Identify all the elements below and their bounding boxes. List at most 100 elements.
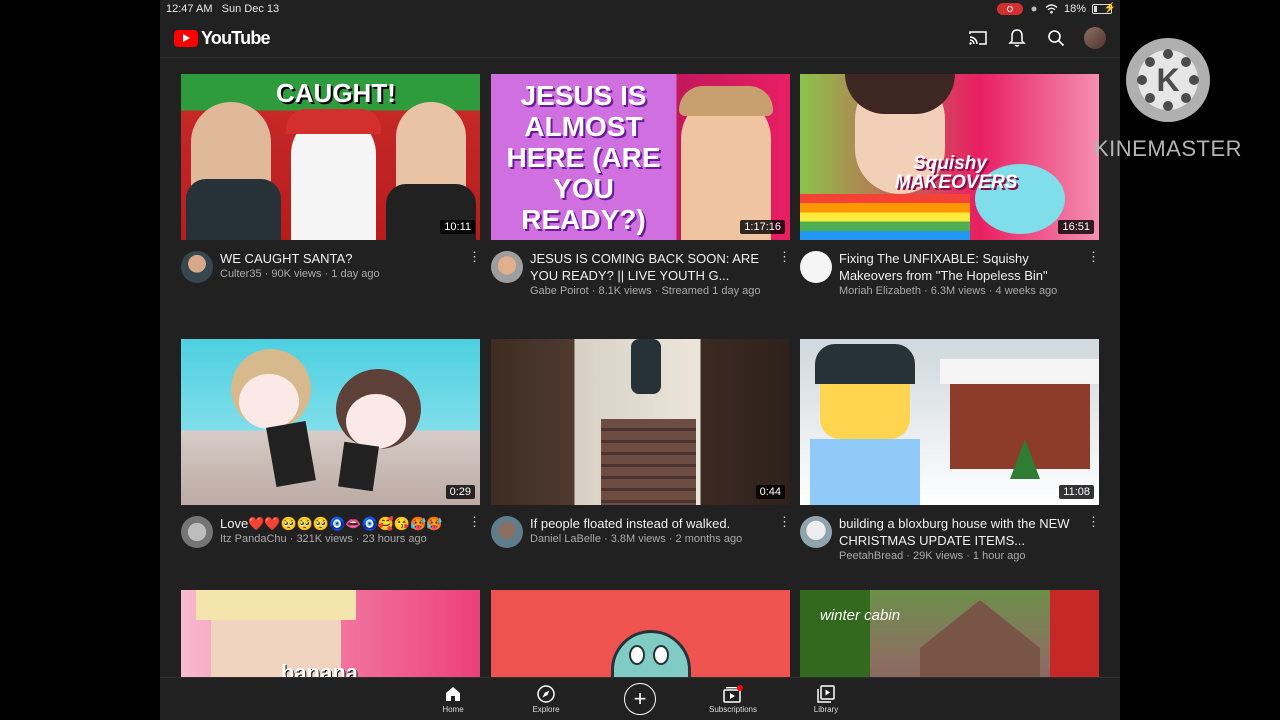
cast-icon[interactable]	[967, 27, 989, 49]
more-options-icon[interactable]: ⋮	[468, 250, 481, 266]
video-thumbnail[interactable]: JESUS IS ALMOST HERE (ARE YOU READY?) 1:…	[491, 74, 790, 240]
youtube-play-icon	[174, 30, 198, 47]
battery-icon: ⚡	[1092, 3, 1116, 14]
video-subline: PeetahBread · 29K views · 1 hour ago	[839, 550, 1026, 562]
nav-explore[interactable]: Explore	[506, 683, 586, 714]
channel-name[interactable]: Moriah Elizabeth	[839, 285, 921, 297]
library-icon	[786, 683, 866, 705]
video-thumbnail[interactable]: banana	[181, 590, 480, 677]
nav-subscriptions[interactable]: Subscriptions	[693, 683, 773, 714]
more-options-icon[interactable]: ⋮	[778, 515, 791, 531]
tablet-screen: 12:47 AM Sun Dec 13 18% ⚡ YouTube CAUGHT…	[160, 0, 1120, 720]
kinemaster-logo-icon: K	[1126, 38, 1210, 122]
video-card[interactable]: banana	[181, 590, 480, 677]
channel-avatar[interactable]	[181, 516, 213, 548]
video-duration: 0:29	[445, 485, 475, 499]
video-duration: 1:17:16	[740, 220, 785, 234]
channel-avatar[interactable]	[800, 516, 832, 548]
video-title[interactable]: building a bloxburg house with the NEW C…	[839, 515, 1079, 549]
channel-avatar[interactable]	[491, 516, 523, 548]
more-options-icon[interactable]: ⋮	[1087, 515, 1100, 531]
video-subline: Moriah Elizabeth · 6.3M views · 4 weeks …	[839, 285, 1058, 297]
video-title[interactable]: JESUS IS COMING BACK SOON: ARE YOU READY…	[530, 250, 770, 284]
upload-age: Streamed 1 day ago	[661, 285, 761, 297]
video-card[interactable]: JESUS IS ALMOST HERE (ARE YOU READY?) 1:…	[491, 74, 791, 297]
view-count: 321K views	[296, 533, 353, 545]
status-bar: 12:47 AM Sun Dec 13 18% ⚡	[160, 0, 1120, 18]
more-options-icon[interactable]: ⋮	[468, 515, 481, 531]
video-card[interactable]: Squishy MAKEOVERS 16:51 Fixing The UNFIX…	[800, 74, 1100, 297]
channel-avatar[interactable]	[800, 251, 832, 283]
more-options-icon[interactable]: ⋮	[778, 250, 791, 266]
thumbnail-caption: JESUS IS ALMOST HERE (ARE YOU READY?)	[506, 80, 661, 235]
upload-age: 4 weeks ago	[995, 285, 1058, 297]
kinemaster-watermark-text: KINEMASTER	[1094, 136, 1243, 161]
thumbnail-caption: banana	[281, 660, 359, 678]
upload-age: 1 day ago	[331, 268, 380, 280]
video-feed: CAUGHT! 10:11 WE CAUGHT SANTA? Culter35 …	[160, 59, 1120, 677]
subscriptions-icon	[693, 683, 773, 705]
video-subline: Culter35 · 90K views · 1 day ago	[220, 268, 380, 280]
thumbnail-caption: winter cabin	[820, 607, 901, 624]
video-card[interactable]: 11:08 building a bloxburg house with the…	[800, 339, 1100, 562]
signal-icon	[1031, 6, 1037, 12]
video-thumbnail[interactable]	[491, 590, 790, 677]
video-title[interactable]: Fixing The UNFIXABLE: Squishy Makeovers …	[839, 250, 1079, 284]
upload-age: 23 hours ago	[362, 533, 427, 545]
video-card[interactable]: CAUGHT! 10:11 WE CAUGHT SANTA? Culter35 …	[181, 74, 481, 283]
video-title[interactable]: WE CAUGHT SANTA?	[220, 250, 460, 267]
nav-subscriptions-label: Subscriptions	[708, 705, 758, 714]
video-title[interactable]: Love❤️❤️🥺🥺🥺🧿👄🧿🥰😘🥵🥵	[220, 515, 460, 532]
nav-explore-label: Explore	[532, 705, 560, 714]
more-options-icon[interactable]: ⋮	[1087, 250, 1100, 266]
video-card[interactable]	[491, 590, 790, 677]
thumbnail-caption: CAUGHT!	[276, 78, 396, 108]
video-card[interactable]: 0:44 If people floated instead of walked…	[491, 339, 791, 548]
video-thumbnail[interactable]: 0:44	[491, 339, 790, 505]
view-count: 90K views	[271, 268, 322, 280]
channel-name[interactable]: Culter35	[220, 268, 262, 280]
battery-percent: 18%	[1063, 3, 1086, 15]
video-thumbnail[interactable]: Squishy MAKEOVERS 16:51	[800, 74, 1099, 240]
channel-name[interactable]: Itz PandaChu	[220, 533, 287, 545]
channel-avatar[interactable]	[181, 251, 213, 283]
view-count: 3.8M views	[610, 533, 666, 545]
thumbnail-caption: Squishy MAKEOVERS	[895, 153, 1018, 193]
nav-home[interactable]: Home	[413, 683, 493, 714]
channel-name[interactable]: PeetahBread	[839, 550, 903, 562]
account-avatar[interactable]	[1084, 27, 1106, 49]
channel-name[interactable]: Daniel LaBelle	[530, 533, 601, 545]
nav-home-label: Home	[442, 705, 464, 714]
compass-icon	[506, 683, 586, 705]
svg-text:K: K	[1156, 62, 1179, 98]
video-duration: 11:08	[1059, 485, 1094, 499]
create-plus-icon[interactable]: +	[624, 683, 656, 715]
video-subline: Daniel LaBelle · 3.8M views · 2 months a…	[530, 533, 743, 545]
video-thumbnail[interactable]: 0:29	[181, 339, 480, 505]
video-subline: Gabe Poirot · 8.1K views · Streamed 1 da…	[530, 285, 761, 297]
nav-library[interactable]: Library	[786, 683, 866, 714]
nav-library-label: Library	[813, 705, 839, 714]
status-date: Sun Dec 13	[221, 3, 280, 15]
youtube-logo[interactable]: YouTube	[174, 28, 271, 49]
status-time-date: 12:47 AM Sun Dec 13	[166, 3, 279, 15]
status-time: 12:47 AM	[166, 3, 213, 15]
wifi-icon	[1045, 4, 1058, 14]
video-card[interactable]: winter cabin	[800, 590, 1099, 677]
screen-record-indicator	[996, 3, 1023, 15]
channel-avatar[interactable]	[491, 251, 523, 283]
video-thumbnail[interactable]: winter cabin	[800, 590, 1099, 677]
video-title[interactable]: If people floated instead of walked.	[530, 515, 770, 532]
bell-icon[interactable]	[1006, 27, 1028, 49]
app-header: YouTube	[160, 18, 1120, 58]
search-icon[interactable]	[1045, 27, 1067, 49]
home-icon	[413, 683, 493, 705]
channel-name[interactable]: Gabe Poirot	[530, 285, 589, 297]
upload-age: 2 months ago	[675, 533, 743, 545]
video-thumbnail[interactable]: CAUGHT! 10:11	[181, 74, 480, 240]
video-card[interactable]: 0:29 Love❤️❤️🥺🥺🥺🧿👄🧿🥰😘🥵🥵 Itz PandaChu · 3…	[181, 339, 481, 548]
upload-age: 1 hour ago	[972, 550, 1026, 562]
video-thumbnail[interactable]: 11:08	[800, 339, 1099, 505]
video-duration: 10:11	[440, 220, 475, 234]
view-count: 29K views	[913, 550, 964, 562]
